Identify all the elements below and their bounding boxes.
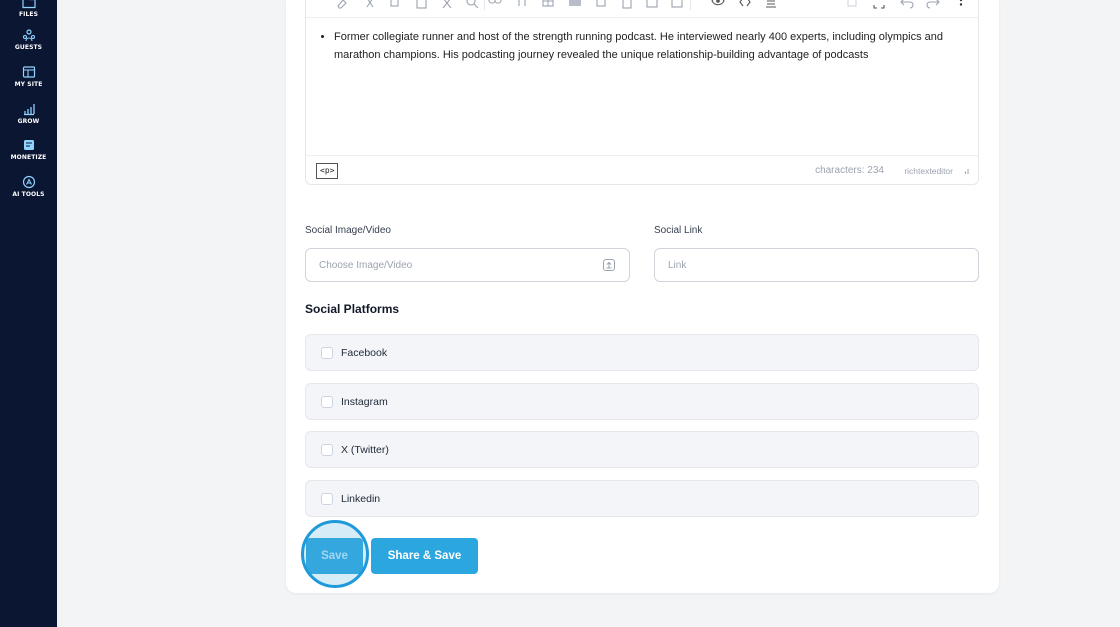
fullscreen-icon[interactable] <box>870 0 888 12</box>
paragraph-icon[interactable] <box>762 0 780 12</box>
resize-handle-icon[interactable] <box>962 168 969 175</box>
table-icon[interactable] <box>539 0 557 12</box>
platform-facebook[interactable]: Facebook <box>305 334 979 371</box>
code-block-icon[interactable] <box>668 0 686 12</box>
ai-icon <box>22 175 35 189</box>
platform-label: Instagram <box>341 396 388 408</box>
more-icon[interactable] <box>952 0 970 12</box>
sidebar-item-label: MY SITE <box>14 81 43 88</box>
sidebar-item-ai-tools[interactable]: AI TOOLS <box>0 175 57 198</box>
sidebar-item-grow[interactable]: GROW <box>0 102 57 125</box>
share-and-save-button[interactable]: Share & Save <box>371 538 478 574</box>
instagram-checkbox[interactable] <box>321 396 333 408</box>
platform-instagram[interactable]: Instagram <box>305 383 979 420</box>
eraser-icon[interactable] <box>333 0 351 12</box>
copy-icon[interactable] <box>386 0 404 12</box>
special-char-icon[interactable] <box>513 0 531 12</box>
social-link-placeholder: Link <box>668 260 687 271</box>
upload-icon[interactable] <box>603 259 615 271</box>
post-editor-card: Former collegiate runner and host of the… <box>286 0 999 593</box>
clear-format-icon[interactable] <box>438 0 456 12</box>
element-path-tag[interactable]: <p> <box>316 163 339 179</box>
social-image-placeholder: Choose Image/Video <box>319 260 413 271</box>
social-link-input[interactable]: Link <box>654 248 979 282</box>
sidebar-item-guests[interactable]: GUESTS <box>0 28 57 51</box>
link-icon[interactable] <box>486 0 504 12</box>
template-icon[interactable] <box>643 0 661 12</box>
platform-label: X (Twitter) <box>341 444 389 456</box>
platform-x-twitter[interactable]: X (Twitter) <box>305 431 979 468</box>
x-twitter-checkbox[interactable] <box>321 444 333 456</box>
sidebar-item-label: FILES <box>18 11 39 18</box>
sidebar-item-label: GUESTS <box>14 44 43 51</box>
sidebar-item-monetize[interactable]: MONETIZE <box>0 138 57 161</box>
browser-icon <box>22 66 35 78</box>
sidebar: FILES GUESTS MY SITE GROW MONETIZE AI TO… <box>0 0 57 627</box>
sidebar-item-files[interactable]: FILES <box>0 0 57 18</box>
users-icon <box>22 29 35 42</box>
file-icon[interactable] <box>618 0 636 12</box>
bar-chart-icon <box>23 104 35 116</box>
image-icon[interactable] <box>566 0 584 12</box>
undo-icon[interactable] <box>898 0 916 12</box>
platform-label: Linkedin <box>341 493 381 505</box>
editor-toolbar <box>306 0 978 18</box>
video-icon[interactable] <box>593 0 611 12</box>
source-code-icon[interactable] <box>736 0 754 12</box>
bio-text: Former collegiate runner and host of the… <box>334 29 964 64</box>
facebook-checkbox[interactable] <box>321 347 333 359</box>
character-count: characters: 234 <box>815 165 884 176</box>
rich-text-editor: Former collegiate runner and host of the… <box>305 0 979 185</box>
sidebar-item-label: AI TOOLS <box>12 191 45 198</box>
social-platforms-title: Social Platforms <box>305 302 400 316</box>
platform-linkedin[interactable]: Linkedin <box>305 480 979 517</box>
editor-content[interactable]: Former collegiate runner and host of the… <box>334 29 964 64</box>
editor-brand: richtexteditor <box>904 166 953 176</box>
paste-icon[interactable] <box>413 0 431 12</box>
social-image-input[interactable]: Choose Image/Video <box>305 248 630 282</box>
folder-icon <box>21 0 36 9</box>
preview-icon[interactable] <box>709 0 727 12</box>
wallet-icon <box>23 140 34 150</box>
editor-statusbar: <p> characters: 234 richtexteditor <box>306 155 978 184</box>
platform-label: Facebook <box>341 347 388 359</box>
search-icon[interactable] <box>463 0 481 12</box>
social-image-label: Social Image/Video <box>305 225 391 236</box>
sidebar-item-label: MONETIZE <box>10 154 47 161</box>
linkedin-checkbox[interactable] <box>321 493 333 505</box>
social-link-label: Social Link <box>654 225 703 236</box>
sidebar-item-label: GROW <box>17 118 40 125</box>
save-button[interactable]: Save <box>306 538 363 574</box>
sidebar-item-my-site[interactable]: MY SITE <box>0 65 57 88</box>
select-all-icon[interactable] <box>843 0 861 12</box>
cut-icon[interactable] <box>361 0 379 12</box>
redo-icon[interactable] <box>924 0 942 12</box>
